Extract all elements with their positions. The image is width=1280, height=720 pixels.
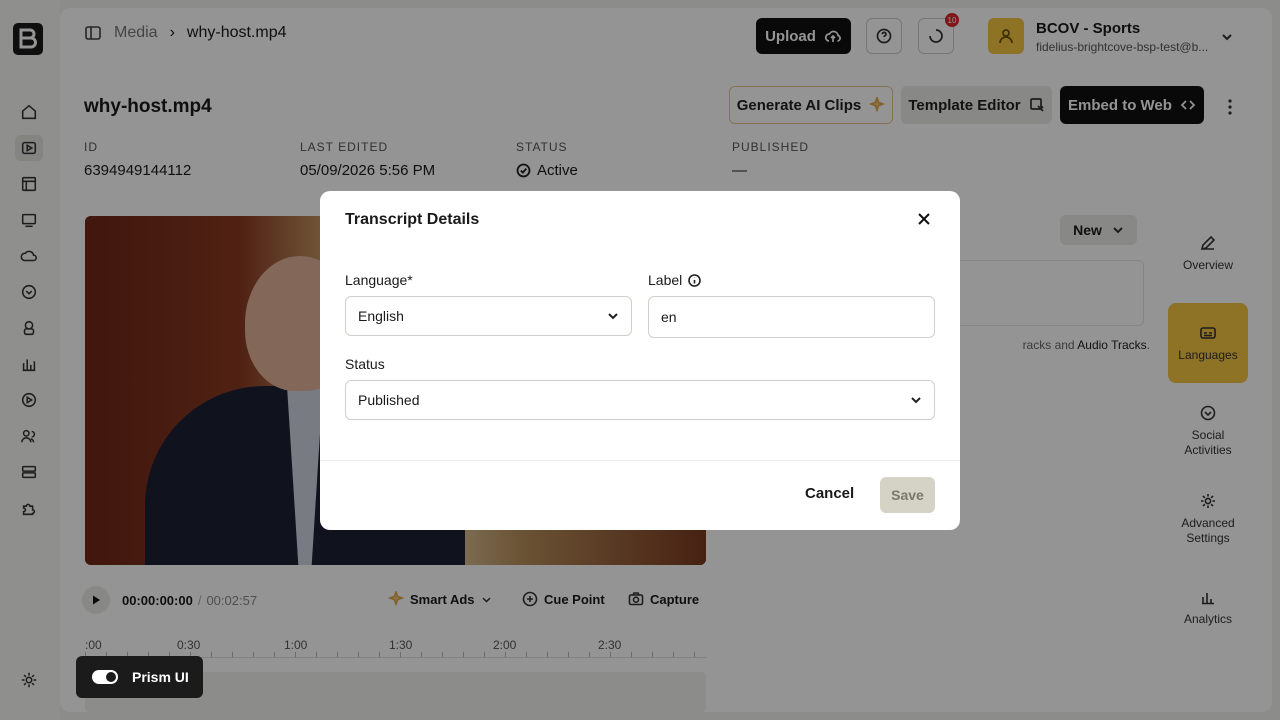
- cancel-button[interactable]: Cancel: [805, 485, 854, 502]
- status-value: Published: [358, 392, 420, 408]
- dialog-title: Transcript Details: [345, 211, 480, 228]
- transcript-details-dialog: Transcript Details Language* English Lab…: [320, 191, 960, 530]
- dialog-divider: [320, 460, 960, 461]
- prism-ui-toggle[interactable]: Prism UI: [76, 656, 203, 698]
- label-label: Label: [648, 272, 702, 288]
- label-label-text: Label: [648, 272, 683, 288]
- prism-ui-label: Prism UI: [132, 669, 189, 685]
- info-icon[interactable]: [688, 273, 702, 287]
- language-value: English: [358, 308, 404, 324]
- status-label: Status: [345, 356, 385, 372]
- language-label-text: Language*: [345, 272, 413, 288]
- save-button[interactable]: Save: [880, 477, 935, 513]
- status-select[interactable]: Published: [345, 380, 935, 420]
- close-icon[interactable]: [916, 211, 932, 227]
- language-label: Language*: [345, 272, 413, 288]
- label-value: en: [661, 309, 677, 325]
- language-select[interactable]: English: [345, 296, 632, 336]
- chevron-down-icon: [608, 313, 618, 320]
- toggle-switch[interactable]: [92, 670, 118, 684]
- status-label-text: Status: [345, 356, 385, 372]
- label-input[interactable]: en: [648, 296, 935, 338]
- chevron-down-icon: [911, 397, 921, 404]
